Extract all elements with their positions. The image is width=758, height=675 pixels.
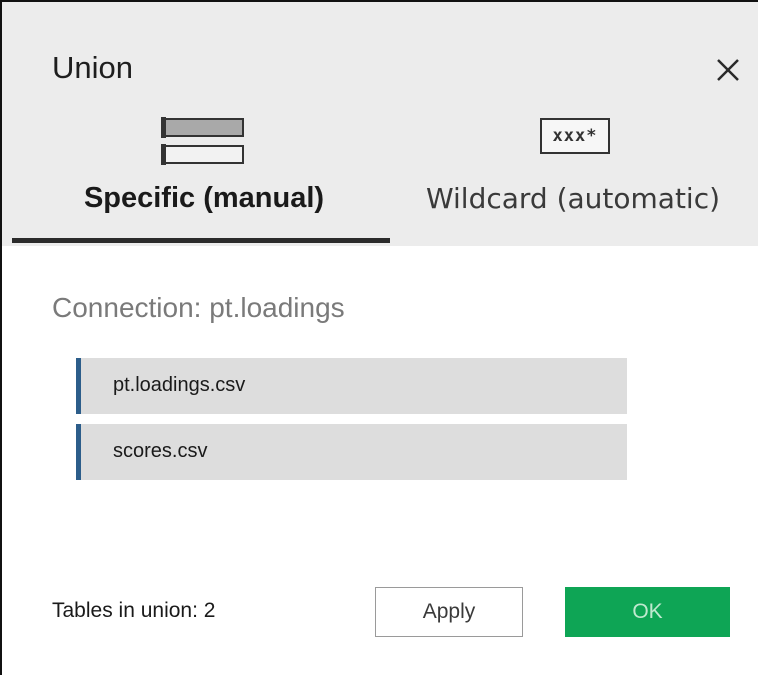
tab-wildcard-automatic[interactable]: xxx* Wildcard (automatic) bbox=[388, 108, 758, 246]
selected-tab-indicator bbox=[12, 238, 390, 243]
union-dialog: Union Specific (manual) xxx* Wildcard (a… bbox=[0, 0, 758, 675]
table-name: pt.loadings.csv bbox=[113, 374, 246, 396]
union-table-item[interactable]: scores.csv bbox=[76, 424, 627, 480]
dialog-title: Union bbox=[52, 50, 133, 85]
union-table-item[interactable]: pt.loadings.csv bbox=[76, 358, 627, 414]
wildcard-icon: xxx* bbox=[540, 118, 610, 154]
connection-label: Connection: pt.loadings bbox=[52, 292, 345, 323]
apply-button[interactable]: Apply bbox=[375, 587, 523, 637]
stacked-tables-icon bbox=[160, 116, 246, 173]
close-icon[interactable] bbox=[710, 48, 750, 88]
tab-label: Specific (manual) bbox=[83, 182, 325, 214]
tab-specific-manual[interactable]: Specific (manual) bbox=[2, 108, 388, 246]
tab-label: Wildcard (automatic) bbox=[425, 182, 721, 215]
dialog-header: Union Specific (manual) xxx* Wildcard (a… bbox=[2, 2, 758, 246]
tables-in-union-count: Tables in union: 2 bbox=[52, 599, 216, 622]
ok-button[interactable]: OK bbox=[565, 587, 730, 637]
table-name: scores.csv bbox=[113, 440, 208, 462]
